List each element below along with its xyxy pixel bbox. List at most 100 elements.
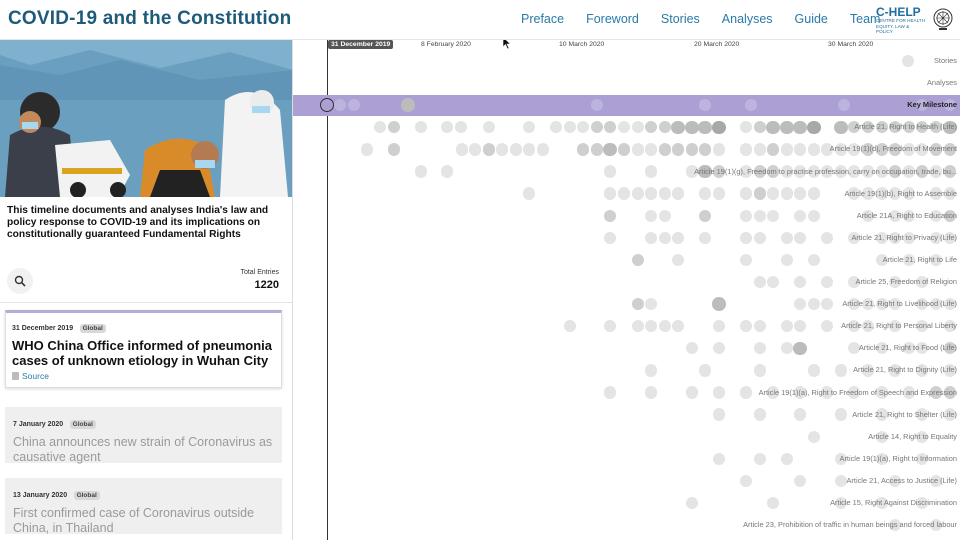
emblem-icon[interactable] (932, 6, 954, 32)
timeline-event-dot[interactable] (820, 275, 834, 289)
timeline-event-dot[interactable] (834, 474, 848, 488)
timeline-event-dot[interactable] (658, 231, 672, 244)
timeline-event-dot[interactable] (753, 209, 767, 222)
timeline-event-dot[interactable] (834, 364, 848, 377)
timeline-event-dot[interactable] (712, 342, 726, 355)
timeline-event-dot[interactable] (834, 408, 848, 421)
timeline-event-dot[interactable] (793, 341, 807, 356)
nav-preface[interactable]: Preface (521, 12, 564, 26)
timeline-event-dot[interactable] (536, 143, 550, 156)
timeline-event-dot[interactable] (712, 386, 726, 399)
timeline-event-dot[interactable] (793, 143, 807, 156)
nav-stories[interactable]: Stories (661, 12, 700, 26)
timeline-event-dot[interactable] (440, 121, 454, 134)
timeline-event-dot[interactable] (753, 187, 767, 200)
timeline-event-dot[interactable] (590, 121, 604, 134)
timeline-event-dot[interactable] (780, 231, 794, 244)
timeline-event-dot[interactable] (603, 209, 617, 222)
timeline-event-dot[interactable] (901, 54, 915, 68)
timeline-event-dot[interactable] (807, 297, 821, 311)
timeline-event-dot[interactable] (644, 297, 658, 311)
timeline-event-dot[interactable] (739, 320, 753, 333)
timeline-event-dot[interactable] (739, 253, 753, 267)
timeline-event-dot[interactable] (644, 121, 658, 134)
timeline-event-dot[interactable] (780, 143, 794, 156)
timeline-event-dot[interactable] (644, 364, 658, 377)
timeline-event-dot[interactable] (603, 187, 617, 200)
timeline-event-dot[interactable] (360, 143, 374, 156)
timeline-event-dot[interactable] (685, 120, 699, 135)
timeline-entry[interactable]: 7 January 2020 Global China announces ne… (5, 407, 282, 464)
timeline-event-dot[interactable] (671, 187, 685, 200)
timeline-event-dot[interactable] (712, 452, 726, 465)
chelp-logo[interactable]: C-HELP Centre for Health Equity, Law & P… (876, 6, 926, 34)
timeline-event-dot[interactable] (522, 121, 536, 134)
timeline-event-dot[interactable] (793, 120, 807, 135)
timeline-event-dot[interactable] (834, 120, 848, 135)
timeline-event-dot[interactable] (780, 320, 794, 333)
timeline-entry-active[interactable]: 31 December 2019 Global WHO China Office… (5, 310, 282, 388)
timeline-event-dot[interactable] (685, 342, 699, 355)
timeline-event-dot[interactable] (698, 231, 712, 244)
timeline-event-dot[interactable] (739, 209, 753, 222)
timeline-event-dot[interactable] (509, 143, 523, 156)
timeline-event-dot[interactable] (820, 320, 834, 333)
timeline-event-dot[interactable] (739, 474, 753, 488)
timeline-event-dot[interactable] (617, 187, 631, 200)
timeline-event-dot[interactable] (766, 275, 780, 289)
timeline-event-dot[interactable] (685, 386, 699, 399)
timeline-event-dot[interactable] (780, 187, 794, 200)
timeline-event-dot[interactable] (603, 142, 617, 157)
timeline-event-dot[interactable] (712, 120, 726, 135)
timeline-event-dot[interactable] (780, 342, 794, 355)
timeline-event-dot[interactable] (671, 120, 685, 135)
timeline-event-dot[interactable] (495, 143, 509, 156)
timeline-event-dot[interactable] (522, 143, 536, 156)
timeline-event-dot[interactable] (644, 386, 658, 399)
timeline-event-dot[interactable] (373, 121, 387, 134)
timeline-event-dot[interactable] (644, 187, 658, 200)
timeline-event-dot[interactable] (712, 320, 726, 333)
timeline-event-dot[interactable] (712, 143, 726, 156)
timeline-event-dot[interactable] (793, 320, 807, 333)
timeline-event-dot[interactable] (793, 209, 807, 222)
timeline-event-dot[interactable] (522, 187, 536, 200)
timeline-event-dot[interactable] (414, 121, 428, 134)
timeline-event-dot[interactable] (739, 187, 753, 200)
timeline-event-dot[interactable] (807, 253, 821, 267)
timeline-event-dot[interactable] (766, 496, 780, 510)
timeline-event-dot[interactable] (685, 496, 699, 510)
timeline-event-dot[interactable] (563, 121, 577, 134)
timeline-event-dot[interactable] (753, 342, 767, 355)
timeline-event-dot[interactable] (644, 209, 658, 222)
timeline-event-dot[interactable] (671, 320, 685, 333)
timeline-event-dot[interactable] (698, 364, 712, 377)
timeline-event-dot[interactable] (766, 120, 780, 135)
timeline-event-dot[interactable] (753, 320, 767, 333)
timeline-event-dot[interactable] (753, 452, 767, 465)
timeline-event-dot[interactable] (455, 143, 469, 156)
timeline-event-dot[interactable] (807, 209, 821, 222)
nav-guide[interactable]: Guide (795, 12, 828, 26)
timeline-event-dot[interactable] (644, 165, 658, 178)
timeline-event-dot[interactable] (603, 231, 617, 244)
timeline-event-dot[interactable] (644, 231, 658, 244)
timeline-event-dot[interactable] (576, 121, 590, 134)
timeline-event-dot[interactable] (712, 408, 726, 421)
timeline-event-dot[interactable] (414, 165, 428, 178)
timeline-event-dot[interactable] (793, 275, 807, 289)
timeline-event-dot[interactable] (644, 320, 658, 333)
timeline-event-dot[interactable] (807, 143, 821, 156)
timeline-event-dot[interactable] (590, 143, 604, 156)
timeline-event-dot[interactable] (631, 253, 645, 267)
timeline-event-dot[interactable] (631, 121, 645, 134)
timeline-event-dot[interactable] (631, 143, 645, 156)
timeline-event-dot[interactable] (712, 297, 726, 311)
timeline-event-dot[interactable] (753, 143, 767, 156)
timeline-event-dot[interactable] (671, 143, 685, 156)
timeline-event-dot[interactable] (766, 187, 780, 200)
timeline-event-dot[interactable] (780, 452, 794, 465)
timeline-event-dot[interactable] (739, 231, 753, 244)
timeline-entry[interactable]: 13 January 2020 Global First confirmed c… (5, 478, 282, 535)
timeline-event-dot[interactable] (671, 231, 685, 244)
